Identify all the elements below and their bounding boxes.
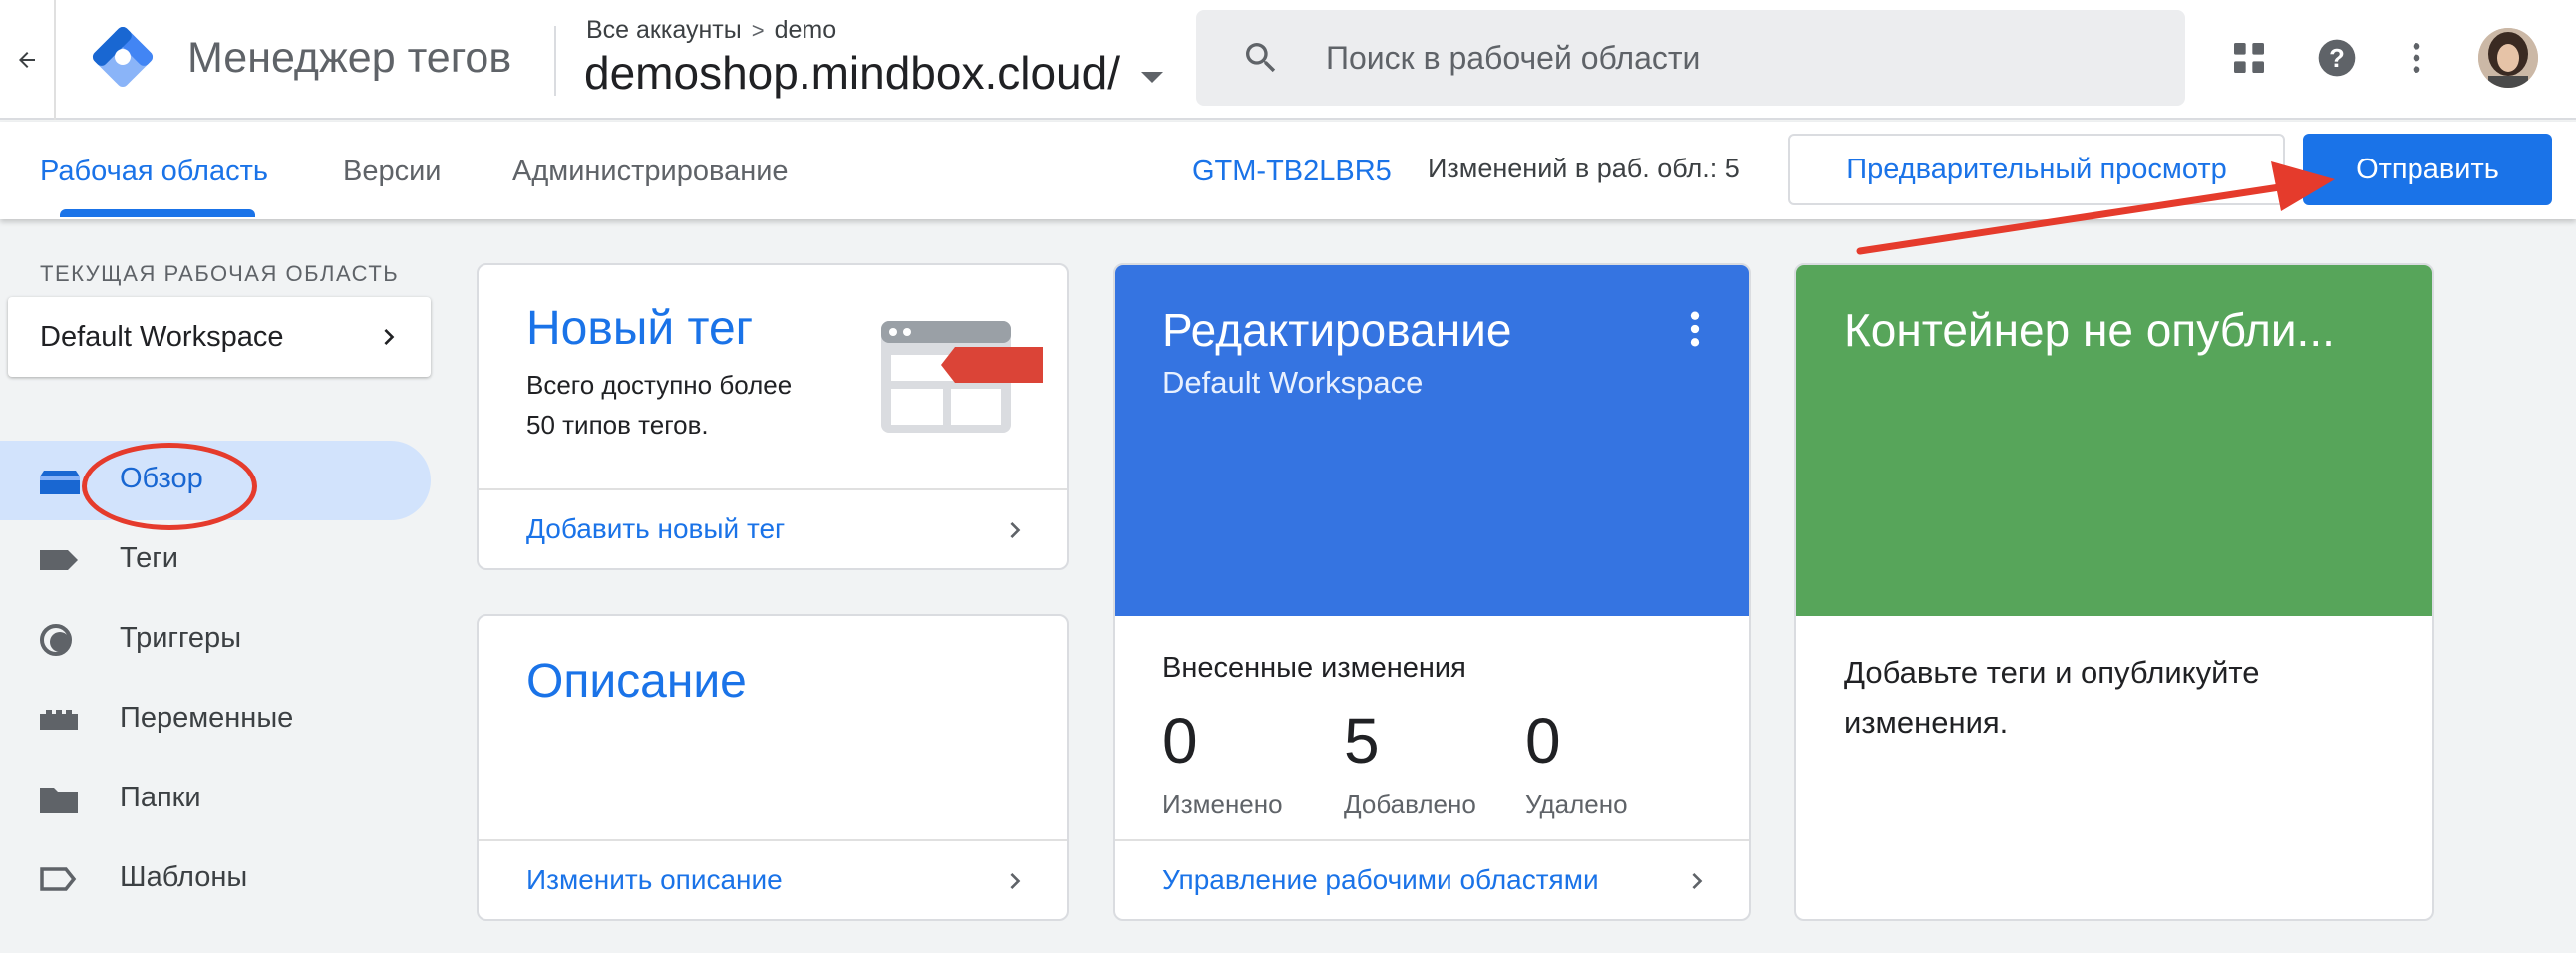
back-arrow-icon[interactable] — [0, 0, 56, 120]
chevron-right-icon — [373, 321, 405, 361]
manage-workspaces-link[interactable]: Управление рабочими областями — [1115, 839, 1749, 919]
new-tag-card[interactable]: Новый тег Всего доступно более 50 типов … — [477, 263, 1069, 570]
publish-status-card: Контейнер не опубли... Добавьте теги и о… — [1794, 263, 2434, 921]
variables-icon — [38, 702, 82, 738]
avatar[interactable] — [2478, 28, 2538, 88]
sidebar-item-label: Триггеры — [120, 622, 242, 654]
workspace-subnav: Рабочая область Версии Администрирование… — [0, 122, 2576, 219]
container-name: demoshop.mindbox.cloud/ — [584, 47, 1120, 99]
stat-value: 0 — [1525, 705, 1561, 777]
help-icon[interactable]: ? — [2309, 30, 2365, 86]
tab-versions[interactable]: Версии — [343, 156, 442, 188]
workspace-changes-count: Изменений в раб. обл.: 5 — [1428, 154, 1740, 183]
chevron-right-icon — [999, 865, 1031, 904]
editing-workspace-name: Default Workspace — [1162, 365, 1424, 400]
preview-button[interactable]: Предварительный просмотр — [1788, 134, 2285, 205]
stat-value: 5 — [1344, 705, 1380, 777]
active-tab-indicator — [60, 209, 255, 217]
sidebar-item-label: Теги — [120, 542, 178, 574]
tab-admin[interactable]: Администрирование — [512, 156, 789, 188]
top-app-bar: Менеджер тегов Все аккаунты > demo demos… — [0, 0, 2576, 120]
sidebar-item-folders[interactable]: Папки — [0, 760, 431, 839]
header-divider — [554, 26, 556, 96]
edit-description-label: Изменить описание — [526, 864, 783, 895]
container-selector[interactable]: demoshop.mindbox.cloud/ — [584, 46, 1163, 100]
sidebar-item-label: Шаблоны — [120, 861, 248, 893]
stat-label: Изменено — [1162, 790, 1283, 819]
chevron-right-icon — [999, 514, 1031, 553]
editing-title: Редактирование — [1162, 304, 1512, 356]
stat-added: 5 Добавлено — [1344, 704, 1476, 820]
sidebar-item-variables[interactable]: Переменные — [0, 680, 431, 760]
sidebar-item-tags[interactable]: Теги — [0, 520, 431, 600]
current-workspace-heading: ТЕКУЩАЯ РАБОЧАЯ ОБЛАСТЬ — [40, 261, 400, 286]
sidebar-item-templates[interactable]: Шаблоны — [0, 839, 431, 919]
template-icon — [38, 861, 82, 897]
tag-icon — [38, 542, 82, 578]
sidebar-item-label: Переменные — [120, 702, 294, 734]
container-id[interactable]: GTM-TB2LBR5 — [1192, 156, 1392, 188]
folder-icon — [38, 782, 82, 817]
add-new-tag-link[interactable]: Добавить новый тег — [479, 488, 1067, 568]
stat-label: Добавлено — [1344, 790, 1476, 819]
more-vert-icon[interactable] — [1681, 309, 1709, 354]
sidebar-item-label: Папки — [120, 782, 201, 813]
breadcrumb-accounts[interactable]: Все аккаунты — [586, 16, 742, 45]
tag-illustration-icon — [881, 321, 1043, 446]
breadcrumb: Все аккаунты > demo — [586, 16, 836, 45]
dropdown-caret-icon — [1141, 71, 1163, 83]
description-card: Описание Изменить описание — [477, 614, 1069, 921]
changes-heading: Внесенные изменения — [1162, 652, 1466, 684]
svg-text:?: ? — [2329, 45, 2345, 73]
product-name: Менеджер тегов — [187, 34, 512, 82]
publish-status-message: Добавьте теги и опубликуйте изменения. — [1844, 655, 2260, 740]
overview-icon — [38, 463, 82, 498]
trigger-icon — [38, 622, 82, 658]
editing-card: Редактирование Default Workspace Внесенн… — [1113, 263, 1751, 921]
sidebar-item-triggers[interactable]: Триггеры — [0, 600, 431, 680]
add-new-tag-label: Добавить новый тег — [526, 513, 786, 544]
breadcrumb-separator: > — [751, 17, 765, 43]
breadcrumb-account[interactable]: demo — [775, 16, 837, 45]
workspace-selector[interactable]: Default Workspace — [8, 297, 431, 377]
stat-value: 0 — [1162, 705, 1198, 777]
submit-button[interactable]: Отправить — [2303, 134, 2552, 205]
manage-workspaces-label: Управление рабочими областями — [1162, 864, 1599, 895]
stat-modified: 0 Изменено — [1162, 704, 1283, 820]
workspace-name: Default Workspace — [40, 320, 284, 353]
annotation-highlight-ellipse — [82, 443, 257, 530]
edit-description-link[interactable]: Изменить описание — [479, 839, 1067, 919]
chevron-right-icon — [1681, 865, 1713, 904]
search-icon — [1196, 38, 1326, 78]
gtm-logo[interactable] — [88, 22, 158, 92]
more-vert-icon[interactable] — [2389, 30, 2444, 86]
new-tag-description: Всего доступно более 50 типов тегов. — [526, 370, 793, 440]
description-title: Описание — [526, 655, 747, 708]
tab-workspace[interactable]: Рабочая область — [40, 156, 268, 188]
workspace-search[interactable] — [1196, 10, 2185, 106]
stat-deleted: 0 Удалено — [1525, 704, 1628, 820]
publish-status-title: Контейнер не опубли... — [1844, 304, 2335, 356]
stat-label: Удалено — [1525, 790, 1628, 819]
search-input[interactable] — [1326, 39, 2143, 77]
apps-grid-icon[interactable] — [2221, 30, 2277, 86]
new-tag-title[interactable]: Новый тег — [526, 301, 753, 356]
